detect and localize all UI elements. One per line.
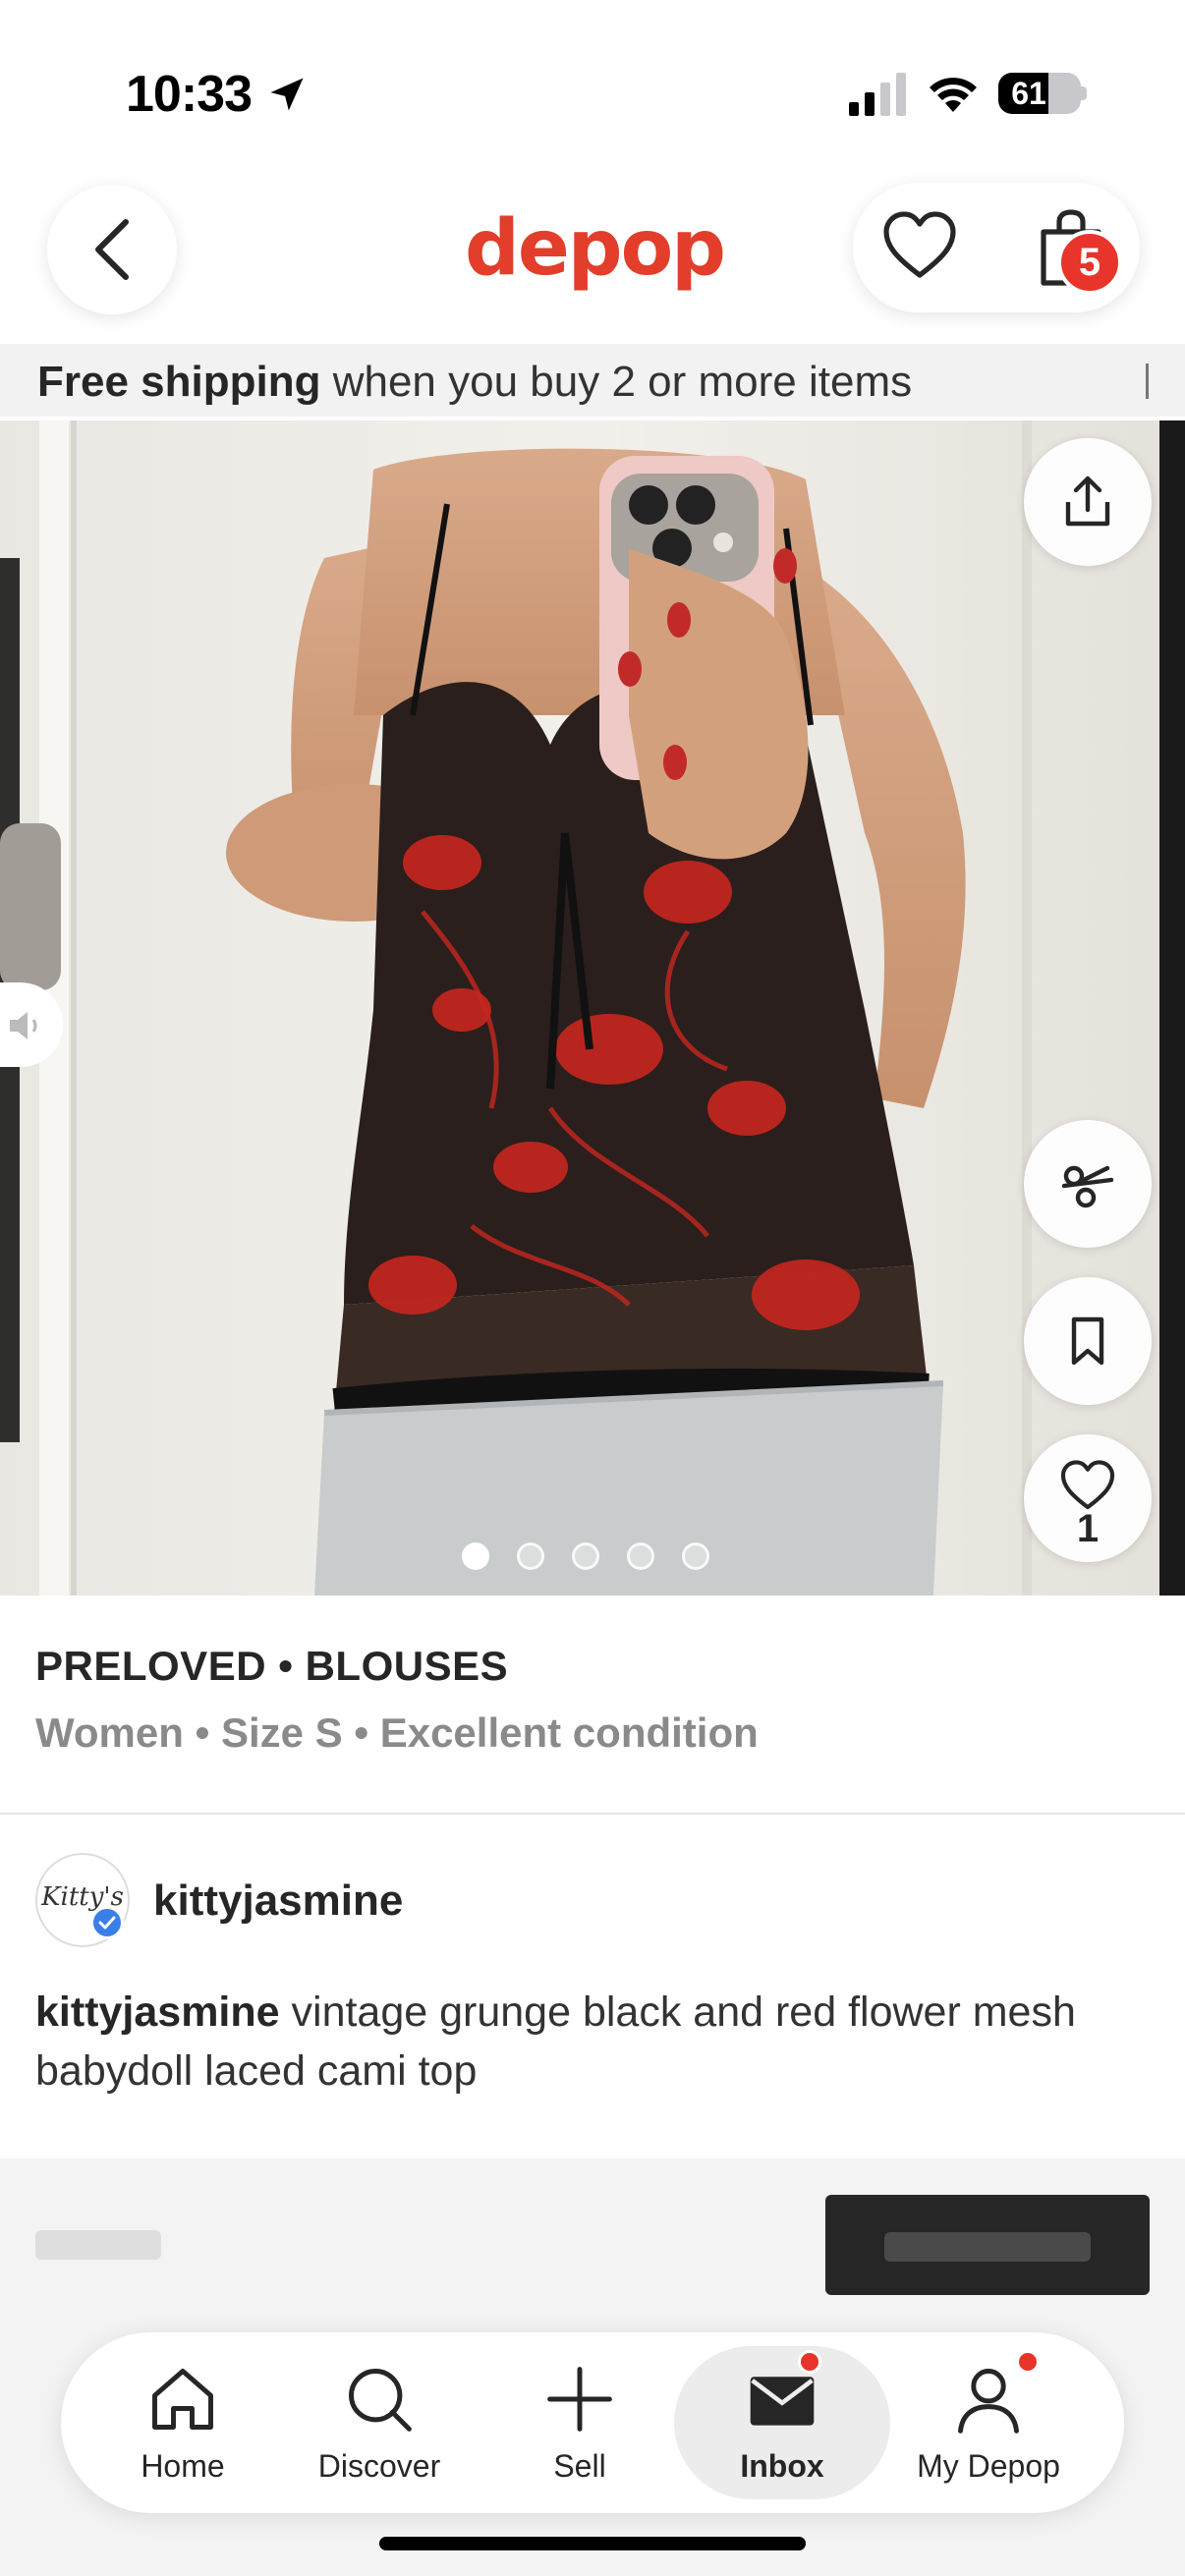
verified-badge-icon [90, 1906, 124, 1939]
product-category[interactable]: PRELOVED • BLOUSES [35, 1643, 508, 1690]
battery-icon: 61 [998, 73, 1081, 114]
product-description: kittyjasmine vintage grunge black and re… [35, 1983, 1146, 2100]
bag-count-badge: 5 [1057, 230, 1122, 295]
description-username[interactable]: kittyjasmine [35, 1988, 280, 2036]
tab-sell-label: Sell [553, 2448, 606, 2484]
tab-my-depop-label: My Depop [917, 2448, 1060, 2484]
tab-my-depop[interactable]: My Depop [880, 2332, 1097, 2513]
promo-bold: Free shipping [37, 358, 321, 406]
tab-discover[interactable]: Discover [281, 2332, 478, 2513]
save-button[interactable] [1024, 1277, 1152, 1405]
home-indicator [379, 2537, 806, 2550]
carousel-dot[interactable] [627, 1542, 654, 1570]
like-button[interactable]: 1 [1024, 1434, 1152, 1562]
battery-level: 61 [1011, 76, 1046, 111]
buy-button-loading[interactable] [825, 2195, 1150, 2295]
carousel-pagination[interactable] [462, 1542, 727, 1572]
inbox-notification-dot [798, 2350, 821, 2374]
offer-tag-icon [1061, 1165, 1114, 1208]
carousel-dot[interactable] [682, 1542, 709, 1570]
price-skeleton [35, 2230, 161, 2260]
seller-username[interactable]: kittyjasmine [153, 1876, 403, 1926]
share-icon [1065, 476, 1110, 527]
plus-icon [547, 2367, 612, 2432]
divider [0, 1813, 1185, 1815]
cellular-signal-icon [849, 73, 906, 116]
speaker-icon [10, 1012, 37, 1039]
home-icon [152, 2369, 213, 2430]
promo-banner[interactable]: Free shipping when you buy 2 or more ite… [0, 344, 1185, 417]
back-button[interactable] [47, 185, 177, 314]
tab-home-label: Home [141, 2448, 225, 2484]
carousel-dot[interactable] [572, 1542, 599, 1570]
product-attributes: Women • Size S • Excellent condition [35, 1709, 759, 1756]
chevron-left-icon [95, 219, 129, 280]
battery-cap [1081, 86, 1087, 100]
tab-inbox-label: Inbox [740, 2448, 824, 2484]
depop-logo[interactable]: depop [452, 195, 737, 303]
like-count: 1 [1076, 1507, 1100, 1550]
share-button[interactable] [1024, 438, 1152, 566]
promo-divider [1146, 364, 1149, 399]
promo-text: Free shipping when you buy 2 or more ite… [37, 358, 912, 407]
carousel-dot[interactable] [517, 1542, 544, 1570]
status-time: 10:33 [126, 66, 253, 123]
wifi-icon [930, 78, 977, 112]
tab-home[interactable]: Home [85, 2332, 281, 2513]
profile-notification-dot [1016, 2350, 1040, 2374]
product-photo [0, 420, 1185, 1596]
tab-sell[interactable]: Sell [481, 2332, 678, 2513]
status-bar: 10:33 61 [0, 0, 1185, 177]
heart-icon [1060, 1460, 1115, 1510]
promo-rest: when you buy 2 or more items [320, 358, 913, 406]
make-offer-button[interactable] [1024, 1120, 1152, 1248]
bottom-tab-bar: Home Discover Sell Inbox My Depop [61, 2332, 1124, 2513]
carousel-dot[interactable] [462, 1542, 489, 1570]
person-icon [958, 2369, 1019, 2434]
search-icon [349, 2369, 412, 2432]
product-image-carousel[interactable]: 1 [0, 420, 1185, 1596]
bookmark-icon [1071, 1316, 1104, 1366]
heart-icon[interactable] [880, 208, 959, 283]
location-arrow-icon [270, 78, 304, 111]
buy-button-skeleton [884, 2232, 1091, 2262]
tab-inbox[interactable]: Inbox [662, 2332, 902, 2513]
tab-discover-label: Discover [317, 2448, 441, 2484]
